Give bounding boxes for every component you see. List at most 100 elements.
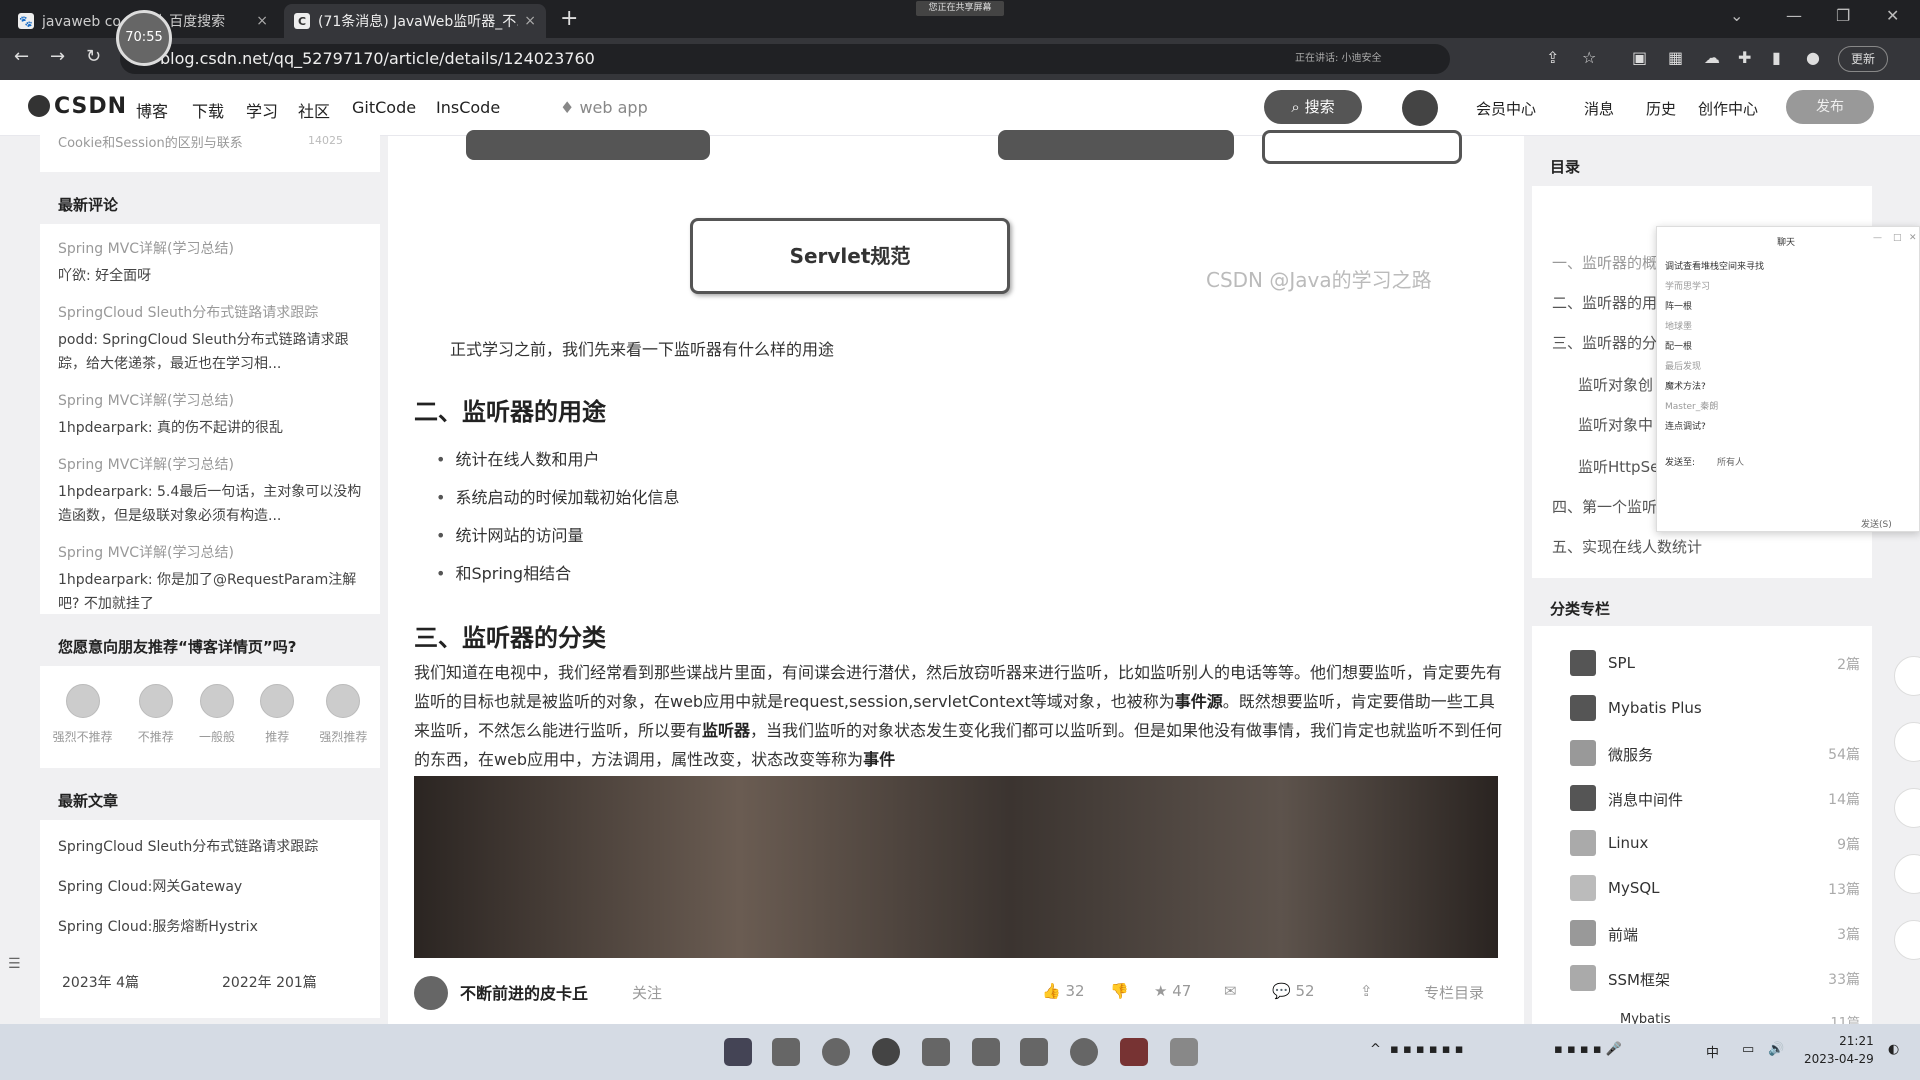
toc-item[interactable]: 三、监听器的分 [1552,332,1657,353]
nav-creator[interactable]: 创作中心 [1698,98,1758,119]
column-item[interactable]: Mybatis 11篇 [1570,1010,1860,1024]
extension-icon[interactable]: ☁ [1704,48,1720,67]
restore-icon[interactable]: ❐ [1836,6,1850,25]
nav-messages[interactable]: 消息 [1584,98,1614,119]
comment-button[interactable]: 💬 52 [1272,982,1315,1000]
toc-item[interactable]: 监听对象中 [1578,414,1653,435]
close-icon[interactable]: × [256,13,268,29]
share-icon[interactable]: ⇪ [1360,982,1373,1000]
favorite-button[interactable]: ★ 47 [1154,982,1191,1000]
intellij-icon[interactable] [1020,1038,1048,1066]
column-item[interactable]: Linux 9篇 [1570,830,1860,858]
author-avatar[interactable] [414,976,448,1010]
follow-button[interactable]: 关注 [632,982,662,1003]
toc-item[interactable]: 监听对象创 [1578,374,1653,395]
profile-icon[interactable]: ● [1806,48,1820,67]
toc-item[interactable]: 五、实现在线人数统计 [1552,536,1702,557]
close-window-icon[interactable]: ✕ [1886,6,1899,25]
nav-community[interactable]: 社区 [298,98,330,122]
typora-icon[interactable] [922,1038,950,1066]
notification-icon[interactable]: ◐ [1888,1042,1899,1057]
column-item[interactable]: SSM框架 33篇 [1570,965,1860,993]
nav-webapp[interactable]: ♦ web app [560,98,648,117]
tool-button[interactable] [1894,656,1920,696]
column-item[interactable]: 微服务 54篇 [1570,740,1860,768]
update-button[interactable]: 更新 [1838,46,1888,72]
tool-button[interactable] [1894,920,1920,960]
extension-icon[interactable]: ▣ [1632,48,1647,67]
archive-2022[interactable]: 2022年 201篇 [222,972,317,992]
puzzle-icon[interactable]: ✚ [1738,48,1751,67]
comment-article-link[interactable]: Spring MVC详解(学习总结) [58,390,362,410]
system-clock[interactable]: 21:21 2023-04-29 [1804,1032,1874,1068]
recent-article-link[interactable]: SpringCloud Sleuth分布式链路请求跟踪 [58,836,318,856]
share-icon[interactable]: ⇪ [1546,48,1559,67]
avatar[interactable] [1402,90,1438,126]
comment-article-link[interactable]: Spring MVC详解(学习总结) [58,542,362,562]
rating-yes[interactable]: 推荐 [260,684,295,768]
rating-no[interactable]: 不推荐 [138,684,174,768]
nav-download[interactable]: 下载 [192,98,224,122]
nav-blog[interactable]: 博客 [136,98,168,122]
column-item[interactable]: MySQL 13篇 [1570,875,1860,903]
tool-button[interactable] [1894,854,1920,894]
close-icon[interactable]: ✕ [1909,233,1917,243]
column-item[interactable]: Mybatis Plus [1570,695,1860,723]
restore-icon[interactable]: □ [1893,233,1902,243]
reward-icon[interactable]: ✉ [1224,982,1237,1000]
toc-item[interactable]: 一、监听器的概 [1552,252,1657,273]
sidebar-icon[interactable]: ▮ [1772,48,1781,67]
nav-history[interactable]: 历史 [1646,98,1676,119]
rating-strongly-yes[interactable]: 强烈推荐 [319,684,367,768]
rating-strongly-no[interactable]: 强烈不推荐 [53,684,113,768]
chrome-icon[interactable] [872,1038,900,1066]
column-item[interactable]: 消息中间件 14篇 [1570,785,1860,813]
volume-icon[interactable]: 🔊 [1768,1042,1784,1057]
recent-article-link[interactable]: Spring Cloud:网关Gateway [58,876,242,896]
comment-article-link[interactable]: SpringCloud Sleuth分布式链路请求跟踪 [58,302,362,322]
url-field[interactable]: blog.csdn.net/qq_52797170/article/detail… [120,44,1450,74]
tray-icons[interactable]: ▪ ▪ ▪ ▪ 🎤 [1554,1042,1622,1057]
forward-icon[interactable]: → [50,46,65,67]
nav-gitcode[interactable]: GitCode [352,98,416,117]
close-icon[interactable]: × [524,13,536,29]
csdn-logo[interactable]: CSDN [28,94,127,119]
send-button[interactable]: 发送(S) [1861,517,1892,530]
edge-icon[interactable] [822,1038,850,1066]
hot-article-link[interactable]: Cookie和Session的区别与联系 [58,132,243,151]
comment-article-link[interactable]: Spring MVC详解(学习总结) [58,454,362,474]
list-toggle-icon[interactable]: ☰ [8,956,21,972]
new-tab-button[interactable]: + [560,6,578,31]
recent-article-link[interactable]: Spring Cloud:服务熔断Hystrix [58,916,258,936]
toc-item[interactable]: 二、监听器的用 [1552,292,1657,313]
toc-item[interactable]: 四、第一个监听 [1552,496,1657,517]
meeting-icon[interactable] [1070,1038,1098,1066]
author-name[interactable]: 不断前进的皮卡丘 [460,980,588,1004]
photos-icon[interactable] [972,1038,1000,1066]
extension-icon[interactable]: ▦ [1668,48,1683,67]
like-button[interactable]: 👍 32 [1042,982,1085,1000]
toc-item[interactable]: 监听HttpSe [1578,456,1659,477]
column-catalog-link[interactable]: 专栏目录 [1424,982,1484,1003]
tray-icons[interactable]: ▪ ▪ ▪ ▪ ▪ ▪ [1390,1042,1464,1057]
reload-icon[interactable]: ↻ [86,46,101,67]
publish-button[interactable]: 发布 [1786,90,1874,124]
minimize-icon[interactable]: — [1873,233,1882,243]
minimize-icon[interactable]: — [1786,6,1802,25]
file-explorer-icon[interactable] [772,1038,800,1066]
back-icon[interactable]: ← [14,46,29,67]
tray-chevron-icon[interactable]: ^ [1370,1042,1381,1057]
thumb-down-icon[interactable]: 👎 [1110,982,1129,1000]
nav-learn[interactable]: 学习 [246,98,278,122]
app-icon[interactable] [1170,1038,1198,1066]
comment-article-link[interactable]: Spring MVC详解(学习总结) [58,238,362,258]
network-icon[interactable]: ▭ [1742,1042,1754,1057]
column-item[interactable]: 前端 3篇 [1570,920,1860,948]
ime-indicator[interactable]: 中 [1706,1042,1719,1061]
column-item[interactable]: SPL 2篇 [1570,650,1860,678]
tool-button[interactable] [1894,788,1920,828]
tab-csdn[interactable]: C (71条消息) JavaWeb监听器_不... × [284,4,546,38]
tab-search-icon[interactable]: ⌄ [1730,6,1743,25]
tool-button[interactable] [1894,722,1920,762]
nav-vip[interactable]: 会员中心 [1476,98,1536,119]
